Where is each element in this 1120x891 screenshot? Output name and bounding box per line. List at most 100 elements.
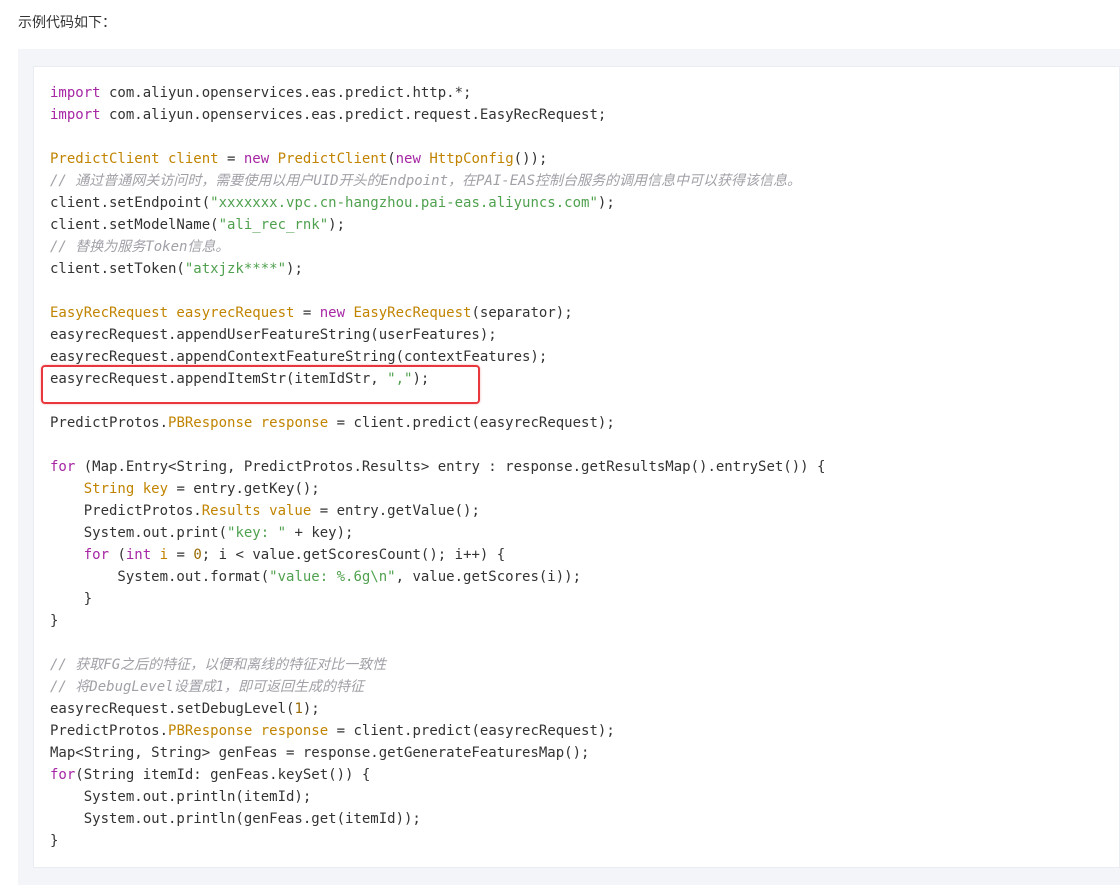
code-line: System.out.println(genFeas.get(itemId)); bbox=[50, 808, 825, 830]
code-line: } bbox=[50, 830, 825, 852]
code-line: String key = entry.getKey(); bbox=[50, 478, 825, 500]
code-line: PredictProtos.PBResponse response = clie… bbox=[50, 720, 825, 742]
code-token: System.out.println(itemId); bbox=[50, 789, 312, 805]
code-token: EasyRecRequest easyrecRequest bbox=[50, 305, 295, 321]
code-token: System.out.print( bbox=[50, 525, 228, 541]
code-token: for bbox=[50, 459, 76, 475]
code-token: ( bbox=[387, 151, 396, 167]
code-line: client.setEndpoint("xxxxxxx.vpc.cn-hangz… bbox=[50, 192, 825, 214]
code-token: for bbox=[50, 767, 76, 783]
code-token: (String itemId: genFeas.keySet()) { bbox=[75, 767, 371, 783]
code-token: easyrecRequest.appendContextFeatureStrin… bbox=[50, 349, 548, 365]
code-token: ()); bbox=[513, 151, 548, 167]
code-token: ); bbox=[597, 195, 615, 211]
code-line: // 将DebugLevel设置成1，即可返回生成的特征 bbox=[50, 676, 825, 698]
code-token: "ali_rec_rnk" bbox=[218, 217, 329, 233]
code-token: com.aliyun.openservices.eas.predict.http… bbox=[100, 85, 472, 101]
intro-text: 示例代码如下： bbox=[18, 15, 116, 31]
code-token: PBResponse response bbox=[168, 415, 329, 431]
code-token: } bbox=[50, 591, 93, 607]
code-token: client.setModelName( bbox=[50, 217, 219, 233]
code-token: HttpConfig bbox=[429, 151, 514, 167]
code-token: // 替换为服务Token信息。 bbox=[50, 239, 230, 255]
code-token: new bbox=[395, 151, 421, 167]
code-line: // 获取FG之后的特征，以便和离线的特征对比一致性 bbox=[50, 654, 825, 676]
code-token: = bbox=[218, 151, 244, 167]
code-line: for (Map.Entry<String, PredictProtos.Res… bbox=[50, 456, 825, 478]
code-token: , value.getScores(i)); bbox=[395, 569, 582, 585]
code-token: = bbox=[294, 305, 320, 321]
code-token: for bbox=[83, 547, 110, 563]
code-token: client.setEndpoint( bbox=[50, 195, 211, 211]
code-token: PredictClient client bbox=[50, 151, 219, 167]
code-token: PredictProtos. bbox=[50, 415, 169, 431]
code-line: System.out.format("value: %.6g\n", value… bbox=[50, 566, 825, 588]
code-token: ; i < value.getScoresCount(); i++) { bbox=[201, 547, 506, 563]
code-token: easyrecRequest.appendUserFeatureString(u… bbox=[50, 327, 497, 343]
code-line: easyrecRequest.appendUserFeatureString(u… bbox=[50, 324, 825, 346]
code-line: PredictProtos.PBResponse response = clie… bbox=[50, 412, 825, 434]
code-token: // 通过普通网关访问时，需要使用以用户UID开头的Endpoint，在PAI-… bbox=[50, 173, 802, 189]
code-line: System.out.println(itemId); bbox=[50, 786, 825, 808]
code-line: PredictClient client = new PredictClient… bbox=[50, 148, 825, 170]
code-token: 1 bbox=[294, 701, 303, 717]
code-token: Results value bbox=[201, 503, 312, 519]
code-token: ); bbox=[302, 701, 320, 717]
code-token: = client.predict(easyrecRequest); bbox=[328, 415, 615, 431]
code-token: = entry.getValue(); bbox=[311, 503, 480, 519]
code-token: PredictClient bbox=[277, 151, 388, 167]
code-token: } bbox=[50, 833, 59, 849]
highlight-box bbox=[41, 365, 480, 404]
code-token: new bbox=[243, 151, 270, 167]
code-token: (Map.Entry<String, PredictProtos.Results… bbox=[75, 459, 826, 475]
code-line: } bbox=[50, 588, 825, 610]
code-token: import bbox=[50, 85, 101, 101]
code-token: } bbox=[50, 613, 59, 629]
code-token: (separator); bbox=[471, 305, 573, 321]
code-token: com.aliyun.openservices.eas.predict.requ… bbox=[100, 107, 607, 123]
code-line: client.setModelName("ali_rec_rnk"); bbox=[50, 214, 825, 236]
code-token: "atxjzk****" bbox=[184, 261, 287, 277]
code-token: = entry.getKey(); bbox=[168, 481, 320, 497]
code-token: = client.predict(easyrecRequest); bbox=[328, 723, 615, 739]
code-line: client.setToken("atxjzk****"); bbox=[50, 258, 825, 280]
code-token: // 获取FG之后的特征，以便和离线的特征对比一致性 bbox=[50, 657, 387, 673]
code-token: System.out.format( bbox=[50, 569, 270, 585]
code-token: import bbox=[50, 107, 101, 123]
code-content: import com.aliyun.openservices.eas.predi… bbox=[50, 82, 825, 852]
code-line: for(String itemId: genFeas.keySet()) { bbox=[50, 764, 825, 786]
code-line: // 通过普通网关访问时，需要使用以用户UID开头的Endpoint，在PAI-… bbox=[50, 170, 825, 192]
code-line: PredictProtos.Results value = entry.getV… bbox=[50, 500, 825, 522]
code-token: "value: %.6g\n" bbox=[269, 569, 396, 585]
code-token: i bbox=[159, 547, 169, 563]
code-line: System.out.print("key: " + key); bbox=[50, 522, 825, 544]
code-line: easyrecRequest.setDebugLevel(1); bbox=[50, 698, 825, 720]
code-token: PredictProtos. bbox=[50, 503, 202, 519]
code-line: Map<String, String> genFeas = response.g… bbox=[50, 742, 825, 764]
code-line: EasyRecRequest easyrecRequest = new Easy… bbox=[50, 302, 825, 324]
code-token: 0 bbox=[193, 547, 202, 563]
code-token: "key: " bbox=[227, 525, 287, 541]
code-token: Map<String, String> genFeas = response.g… bbox=[50, 745, 590, 761]
code-token: ); bbox=[286, 261, 303, 277]
code-token: easyrecRequest.setDebugLevel( bbox=[50, 701, 295, 717]
code-token: EasyRecRequest bbox=[353, 305, 472, 321]
code-line: for (int i = 0; i < value.getScoresCount… bbox=[50, 544, 825, 566]
code-token: new bbox=[319, 305, 346, 321]
code-token: ( bbox=[109, 547, 126, 563]
code-token: "xxxxxxx.vpc.cn-hangzhou.pai-eas.aliyunc… bbox=[210, 195, 598, 211]
code-token: client.setToken( bbox=[50, 261, 185, 277]
code-token: PredictProtos. bbox=[50, 723, 169, 739]
code-token: int bbox=[125, 547, 152, 563]
code-token: // 将DebugLevel设置成1，即可返回生成的特征 bbox=[50, 679, 365, 695]
code-token: = bbox=[168, 547, 194, 563]
code-line: import com.aliyun.openservices.eas.predi… bbox=[50, 104, 825, 126]
